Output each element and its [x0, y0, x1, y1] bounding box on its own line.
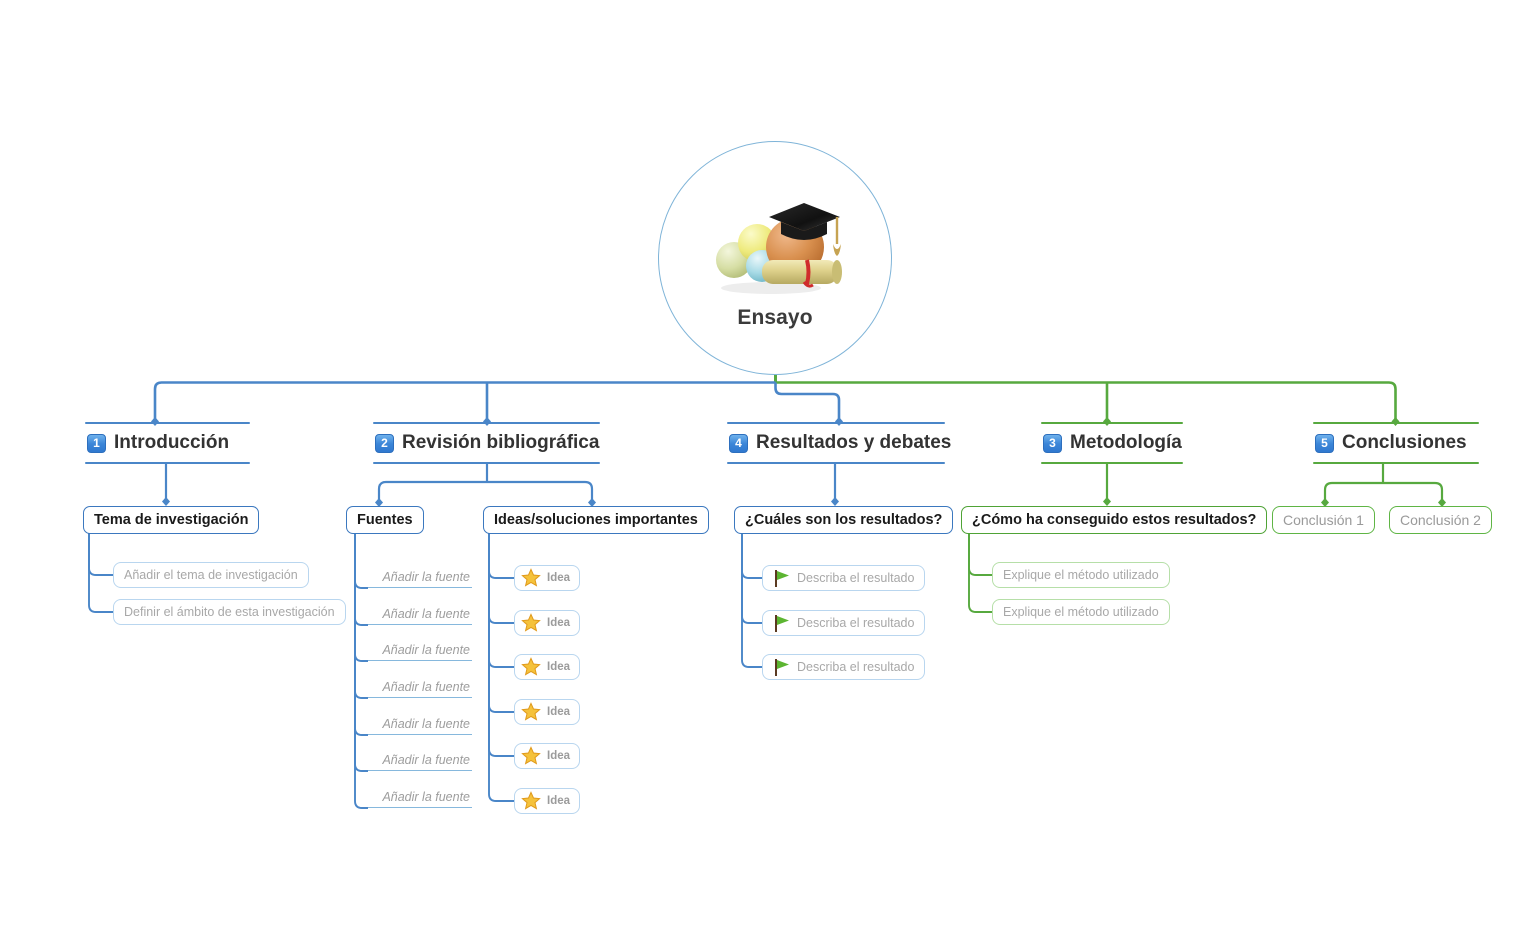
pill-label: Idea: [547, 795, 571, 807]
underline-label: Añadir la fuente: [382, 607, 470, 621]
topic-rule-bottom: [373, 461, 600, 464]
flag-icon: [775, 615, 789, 632]
underline-label: Añadir la fuente: [382, 717, 470, 731]
underline-label: Añadir la fuente: [382, 790, 470, 804]
topic-rule-bottom: [1313, 461, 1479, 464]
mindmap-canvas: Ensayo 1 Introducción Tema de investigac…: [0, 0, 1536, 951]
pill-label: Describa el resultado: [797, 660, 915, 674]
node-label: Ideas/soluciones importantes: [494, 512, 698, 528]
pill-describa-resultado[interactable]: Describa el resultado: [762, 654, 926, 680]
topic-number-badge: 4: [729, 433, 748, 453]
root-label: Ensayo: [737, 306, 813, 329]
node-label: Fuentes: [357, 512, 413, 528]
pill-label: Conclusión 2: [1400, 512, 1481, 528]
underline-label: Añadir la fuente: [382, 753, 470, 767]
topic-revision-bibliografica[interactable]: 2 Revisión bibliográfica: [373, 422, 600, 464]
pill-label: Idea: [547, 617, 571, 629]
pill-label: Idea: [547, 572, 571, 584]
node-label: Tema de investigación: [94, 512, 249, 528]
star-icon: [521, 702, 541, 721]
node-ideas-soluciones[interactable]: Ideas/soluciones importantes: [483, 506, 709, 534]
topic-rule-top: [727, 422, 945, 425]
underline-item-fuente[interactable]: Añadir la fuente: [368, 709, 472, 735]
pill-label: Conclusión 1: [1283, 512, 1364, 528]
pill-idea[interactable]: Idea: [514, 565, 581, 591]
underline-label: Añadir la fuente: [382, 570, 470, 584]
topic-resultados-y-debates[interactable]: 4 Resultados y debates: [727, 422, 951, 464]
underline-item-fuente[interactable]: Añadir la fuente: [368, 599, 472, 625]
node-label: ¿Cómo ha conseguido estos resultados?: [972, 512, 1257, 528]
topic-rule-top: [1041, 422, 1183, 425]
flag-icon: [775, 570, 789, 587]
pill-idea[interactable]: Idea: [514, 610, 581, 636]
pill-describa-resultado[interactable]: Describa el resultado: [762, 565, 926, 591]
underline-item-fuente[interactable]: Añadir la fuente: [368, 672, 472, 698]
pill-label: Añadir el tema de investigación: [124, 568, 298, 582]
underline-item-fuente[interactable]: Añadir la fuente: [368, 562, 472, 588]
pill-label: Idea: [547, 661, 571, 673]
topic-introduccion[interactable]: 1 Introducción: [85, 422, 250, 464]
node-cuales-son-los-resultados[interactable]: ¿Cuáles son los resultados?: [734, 506, 954, 534]
star-icon: [521, 657, 541, 676]
root-node[interactable]: Ensayo: [658, 141, 892, 375]
topic-number-badge: 5: [1315, 433, 1334, 453]
star-icon: [521, 568, 541, 587]
pill-idea[interactable]: Idea: [514, 788, 581, 814]
topic-label: Metodología: [1070, 432, 1182, 453]
pill-explique-metodo[interactable]: Explique el método utilizado: [992, 562, 1170, 588]
pill-conclusion-2[interactable]: Conclusión 2: [1389, 506, 1492, 534]
topic-metodologia[interactable]: 3 Metodología: [1041, 422, 1183, 464]
node-tema-de-investigacion[interactable]: Tema de investigación: [83, 506, 260, 534]
underline-item-fuente[interactable]: Añadir la fuente: [368, 745, 472, 771]
pill-label: Idea: [547, 750, 571, 762]
pill-describa-resultado[interactable]: Describa el resultado: [762, 610, 926, 636]
pill-label: Describa el resultado: [797, 616, 915, 630]
pill-label: Definir el ámbito de esta investigación: [124, 605, 335, 619]
node-fuentes[interactable]: Fuentes: [346, 506, 424, 534]
pill-label: Explique el método utilizado: [1003, 568, 1159, 582]
pill-idea[interactable]: Idea: [514, 743, 581, 769]
topic-rule-top: [373, 422, 600, 425]
pill-definir-ambito[interactable]: Definir el ámbito de esta investigación: [113, 599, 346, 625]
topic-rule-bottom: [1041, 461, 1183, 464]
pill-idea[interactable]: Idea: [514, 699, 581, 725]
topic-rule-top: [1313, 422, 1479, 425]
flag-icon: [775, 659, 789, 676]
star-icon: [521, 791, 541, 810]
underline-item-fuente[interactable]: Añadir la fuente: [368, 782, 472, 808]
pill-label: Idea: [547, 706, 571, 718]
node-label: ¿Cuáles son los resultados?: [745, 512, 943, 528]
topic-label: Conclusiones: [1342, 432, 1467, 453]
topic-label: Introducción: [114, 432, 230, 453]
pill-label: Describa el resultado: [797, 571, 915, 585]
underline-label: Añadir la fuente: [382, 680, 470, 694]
pill-idea[interactable]: Idea: [514, 654, 581, 680]
topic-number-badge: 2: [375, 433, 394, 453]
node-como-ha-conseguido-resultados[interactable]: ¿Cómo ha conseguido estos resultados?: [961, 506, 1268, 534]
pill-conclusion-1[interactable]: Conclusión 1: [1272, 506, 1375, 534]
topic-number-badge: 3: [1043, 433, 1062, 453]
pill-label: Explique el método utilizado: [1003, 605, 1159, 619]
star-icon: [521, 613, 541, 632]
topic-rule-bottom: [85, 461, 250, 464]
topic-conclusiones[interactable]: 5 Conclusiones: [1313, 422, 1479, 464]
topic-label: Revisión bibliográfica: [402, 432, 600, 453]
pill-explique-metodo[interactable]: Explique el método utilizado: [992, 599, 1170, 625]
topic-label: Resultados y debates: [756, 432, 952, 453]
pill-anadir-tema[interactable]: Añadir el tema de investigación: [113, 562, 309, 588]
topic-rule-bottom: [727, 461, 945, 464]
underline-label: Añadir la fuente: [382, 643, 470, 657]
topic-rule-top: [85, 422, 250, 425]
underline-item-fuente[interactable]: Añadir la fuente: [368, 635, 472, 661]
topic-number-badge: 1: [87, 433, 106, 453]
star-icon: [521, 746, 541, 765]
graduation-cap-diploma-icon: [716, 203, 842, 294]
